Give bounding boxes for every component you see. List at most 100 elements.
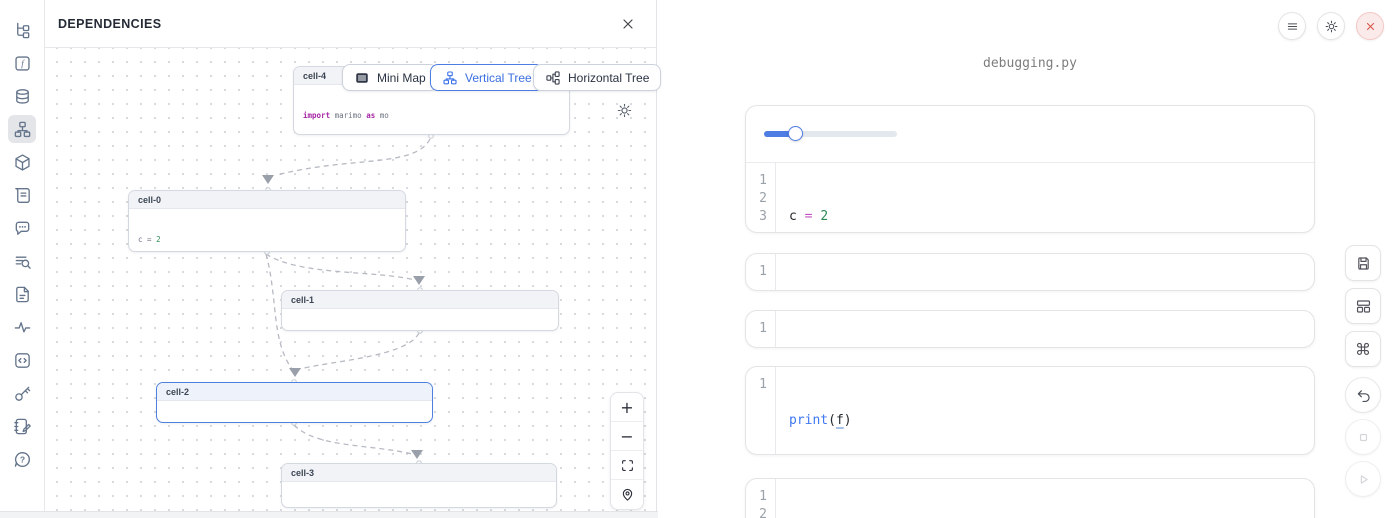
slider-thumb[interactable]	[788, 126, 803, 141]
sidebar-item-outline[interactable]	[8, 247, 36, 275]
gear-icon	[1324, 19, 1339, 34]
database-icon	[13, 87, 32, 106]
play-icon	[1355, 471, 1372, 488]
graph-node-title: cell-3	[282, 464, 556, 482]
graph-node-cell-2[interactable]: cell-2 f = 20 + c + b	[156, 382, 433, 423]
gear-icon	[616, 102, 633, 119]
run-button[interactable]	[1345, 461, 1381, 497]
variables-icon: f	[13, 54, 32, 73]
svg-text:?: ?	[19, 454, 24, 464]
sidebar-item-secrets[interactable]	[8, 379, 36, 407]
sidebar-item-file-explorer[interactable]	[8, 16, 36, 44]
shutdown-button[interactable]	[1356, 12, 1384, 40]
edge-cell4-cell0	[277, 139, 430, 175]
code-editor[interactable]: 1 f = 20 + c + b	[746, 311, 1314, 348]
sidebar-item-packages[interactable]	[8, 148, 36, 176]
notebook-pen-icon	[13, 417, 32, 436]
sidebar-item-variables[interactable]: f	[8, 49, 36, 77]
panel-close-button[interactable]	[620, 16, 636, 32]
sidebar-item-help[interactable]: ?	[8, 445, 36, 473]
stop-icon	[1355, 429, 1372, 446]
graph-node-title: cell-0	[129, 191, 405, 209]
list-search-icon	[13, 252, 32, 271]
save-floppy-icon	[1355, 255, 1372, 272]
graph-node-code: b = slider.value	[282, 309, 558, 331]
panel-footer-strip	[0, 511, 658, 518]
line-number-gutter: 1	[746, 311, 776, 348]
notebook-cell-print[interactable]: 1 print(f) 42	[745, 366, 1315, 455]
slider-widget[interactable]	[764, 131, 897, 137]
sidebar-item-notebook-log[interactable]	[8, 412, 36, 440]
save-button[interactable]	[1345, 245, 1381, 281]
undo-icon	[1355, 387, 1372, 404]
keyboard-shortcuts-button[interactable]: ⌘	[1345, 331, 1381, 367]
code-content: import marimo as mo	[776, 479, 938, 518]
marimo-app: f	[0, 0, 1400, 518]
graph-node-cell-0[interactable]: cell-0 c = 2 slider = mo.ui.slider(0, 10…	[128, 190, 406, 252]
graph-node-code: f = 20 + c + b	[157, 401, 432, 423]
minimap-icon	[354, 70, 370, 86]
minus-icon: −	[620, 427, 633, 446]
notebook-cell-slider[interactable]: 1 2 3 c = 2 slider = mo.ui.slider(0, 100…	[745, 105, 1315, 233]
code-editor[interactable]: 1 2 3 c = 2 slider = mo.ui.slider(0, 100…	[746, 162, 1314, 233]
stop-button[interactable]	[1345, 419, 1381, 455]
map-pin-icon	[620, 487, 635, 502]
close-x-icon	[1363, 19, 1378, 34]
dependency-graph-icon	[13, 120, 32, 139]
sidebar-item-datasources[interactable]	[8, 82, 36, 110]
sidebar-item-documentation[interactable]	[8, 181, 36, 209]
helper-icon-rail: f	[0, 0, 45, 511]
graph-settings-button[interactable]	[616, 102, 633, 124]
code-box-icon	[13, 351, 32, 370]
code-editor[interactable]: 1 2 import marimo as mo	[746, 479, 1314, 518]
dependency-graph-canvas[interactable]: cell-4 import marimo as mo a = 20 cell-0…	[45, 48, 656, 511]
vertical-tree-view-button[interactable]: Vertical Tree	[430, 64, 544, 91]
graph-node-cell-3[interactable]: cell-3 print(f)	[281, 463, 557, 508]
undo-button[interactable]	[1345, 377, 1381, 413]
sidebar-item-tracing[interactable]	[8, 313, 36, 341]
sidebar-item-chat[interactable]	[8, 214, 36, 242]
arrowhead	[262, 175, 274, 184]
notebook-cell-import[interactable]: 1 2 import marimo as mo	[745, 478, 1315, 518]
notebook-settings-button[interactable]	[1317, 12, 1345, 40]
line-number-gutter: 1	[746, 367, 776, 455]
code-content: print(f)	[776, 367, 852, 455]
fit-view-button[interactable]	[611, 451, 643, 480]
zoom-out-button[interactable]: −	[611, 422, 643, 451]
minimap-view-button[interactable]: Mini Map	[342, 64, 438, 91]
slider-output-area	[746, 106, 1314, 162]
sidebar-item-snippets[interactable]	[8, 280, 36, 308]
graph-node-code: import marimo as mo a = 20	[294, 85, 569, 135]
edge-cell0-cell1	[266, 254, 415, 280]
zoom-in-button[interactable]: +	[611, 393, 643, 422]
code-editor[interactable]: 1 print(f)	[746, 367, 1314, 455]
panel-title: DEPENDENCIES	[58, 17, 161, 31]
fullscreen-icon	[620, 458, 635, 473]
code-editor[interactable]: 1 b = slider.value	[746, 254, 1314, 291]
sidebar-item-scratchpad[interactable]	[8, 346, 36, 374]
notebook-cell-b[interactable]: 1 b = slider.value	[745, 253, 1315, 291]
graph-node-cell-1[interactable]: cell-1 b = slider.value	[281, 290, 559, 331]
close-icon	[620, 16, 636, 32]
notebook-filename[interactable]: debugging.py	[745, 56, 1315, 71]
menu-icon	[1285, 19, 1300, 34]
vertical-tree-icon	[442, 70, 458, 86]
plus-icon: +	[620, 398, 633, 417]
horizontal-tree-view-label: Horizontal Tree	[568, 71, 649, 85]
code-content: c = 2 slider = mo.ui.slider(0, 100, valu…	[776, 163, 1086, 233]
minimap-view-label: Mini Map	[377, 71, 426, 85]
notebook-cell-f[interactable]: 1 f = 20 + c + b	[745, 310, 1315, 348]
arrowhead	[411, 450, 423, 459]
sidebar-item-dependencies[interactable]	[8, 115, 36, 143]
layout-toggle-button[interactable]	[1345, 288, 1381, 324]
edge-cell1-cell2	[299, 333, 419, 369]
graph-zoom-controls: + −	[610, 392, 644, 510]
horizontal-tree-view-button[interactable]: Horizontal Tree	[533, 64, 661, 91]
horizontal-tree-icon	[545, 70, 561, 86]
arrowhead	[289, 368, 301, 377]
svg-text:f: f	[21, 58, 25, 68]
layout-grid-icon	[1355, 298, 1372, 315]
locate-node-button[interactable]	[611, 480, 643, 509]
notebook-menu-button[interactable]	[1278, 12, 1306, 40]
arrowhead	[413, 276, 425, 285]
